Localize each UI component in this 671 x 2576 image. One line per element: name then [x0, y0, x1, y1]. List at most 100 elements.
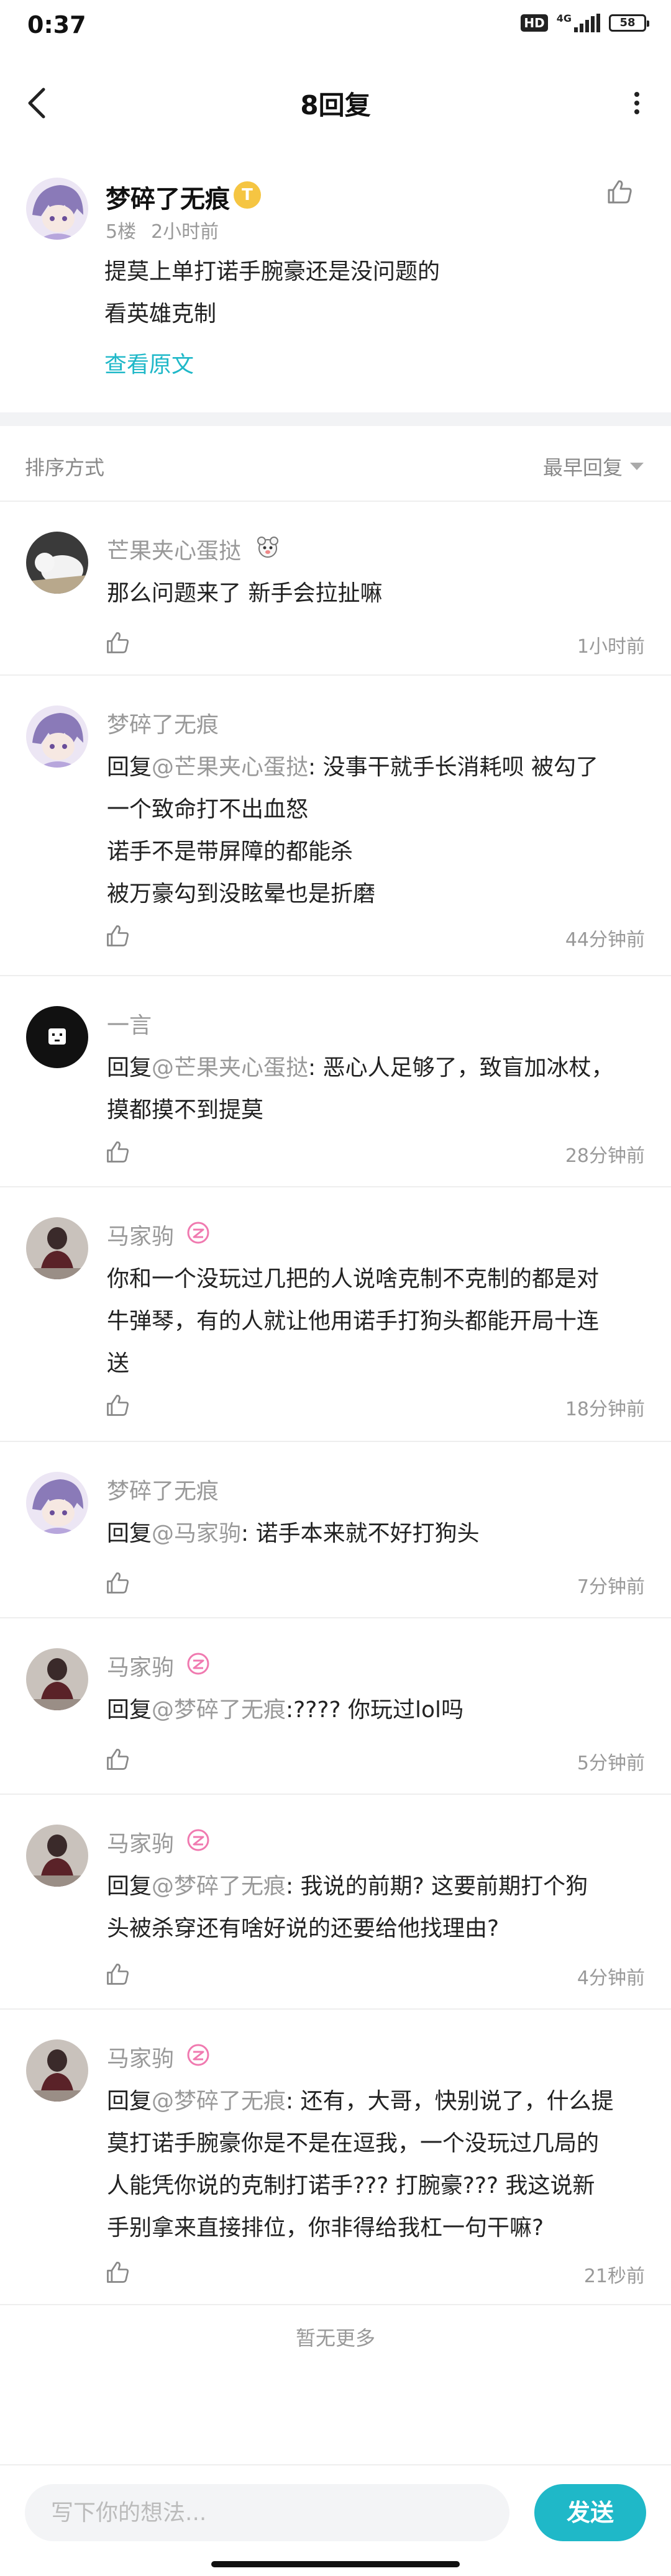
comment-item: 芒果夹心蛋挞 那么问题来了 新手会拉扯嘛 1小时前 [0, 501, 671, 676]
comment-author[interactable]: 马家驹 [107, 1649, 174, 1682]
level-badge-icon [187, 1829, 209, 1851]
comment-line: :???? 你玩过lol吗 [286, 1697, 464, 1723]
sort-bar: 排序方式 最早回复 [0, 426, 671, 502]
comment-author[interactable]: 梦碎了无痕 [107, 707, 219, 739]
comment-line: 摸都摸不到提莫 [107, 1097, 264, 1123]
send-button[interactable]: 发送 [534, 2484, 646, 2541]
comment-item: 梦碎了无痕 回复@芒果夹心蛋挞: 没事干就手长消耗呗 被勾了 一个致命打不出血怒… [0, 674, 671, 976]
comment-time: 4分钟前 [577, 1967, 645, 1989]
avatar[interactable] [26, 1217, 88, 1279]
like-button[interactable] [605, 178, 634, 206]
floor-number: 5楼 [106, 221, 137, 243]
avatar[interactable] [26, 532, 88, 594]
mention-link[interactable]: @芒果夹心蛋挞 [152, 755, 308, 780]
post-meta: 5楼 2小时前 [106, 216, 219, 243]
comment-text: 回复@梦碎了无痕:???? 你玩过lol吗 [107, 1689, 647, 1731]
level-badge-icon [257, 537, 278, 558]
level-badge-icon [187, 2044, 209, 2066]
post-time: 2小时前 [151, 221, 219, 243]
comment-author[interactable]: 马家驹 [107, 2041, 174, 2073]
like-button[interactable] [104, 1961, 130, 1987]
mention-link[interactable]: @梦碎了无痕 [152, 1874, 286, 1899]
comment-text: 那么问题来了 新手会拉扯嘛 [107, 573, 647, 615]
comment-line: : 还有，大哥，快别说了，什么提 [286, 2088, 614, 2114]
avatar[interactable] [26, 178, 88, 240]
view-original-link[interactable]: 查看原文 [104, 347, 194, 379]
comment-author[interactable]: 马家驹 [107, 1826, 174, 1858]
comment-time: 44分钟前 [565, 929, 645, 951]
comment-author[interactable]: 梦碎了无痕 [107, 1473, 219, 1505]
avatar[interactable] [26, 1825, 88, 1887]
sort-dropdown[interactable]: 最早回复 [543, 452, 644, 481]
thumb-up-icon [107, 1963, 129, 1985]
page-title: 8回复 [300, 90, 371, 120]
like-button[interactable] [104, 2259, 130, 2285]
comment-line: 莫打诺手腕豪你是不是在逗我，一个没玩过几局的 [107, 2131, 600, 2156]
sort-value: 最早回复 [542, 456, 623, 479]
status-bar: 0:37 HD 4G 58 [0, 0, 671, 56]
comment-item: 马家驹 回复@梦碎了无痕:???? 你玩过lol吗 5分钟前 [0, 1617, 671, 1795]
mention-link[interactable]: @梦碎了无痕 [152, 2088, 286, 2114]
mention-link[interactable]: @芒果夹心蛋挞 [152, 1055, 308, 1081]
signal-icon: 4G [557, 14, 600, 32]
reply-composer: 发送 [0, 2464, 671, 2552]
comment-item: 梦碎了无痕 回复@马家驹: 诺手本来就不好打狗头 7分钟前 [0, 1441, 671, 1618]
reply-prefix: 回复 [107, 1697, 152, 1723]
avatar[interactable] [26, 1472, 88, 1534]
comment-line: : 我说的前期? 这要前期打个狗 [286, 1874, 588, 1899]
thumb-up-icon [107, 2261, 129, 2283]
comment-item: 马家驹 回复@梦碎了无痕: 我说的前期? 这要前期打个狗 头被杀穿还有啥好说的还… [0, 1794, 671, 2010]
section-divider [0, 412, 671, 426]
author-name[interactable]: 梦碎了无痕 [106, 179, 230, 215]
thumb-up-icon [107, 1141, 129, 1163]
comment-author[interactable]: 一言 [107, 1007, 152, 1040]
level-badge-icon [187, 1653, 209, 1675]
thumb-up-icon [608, 180, 632, 204]
comment-author[interactable]: 马家驹 [107, 1218, 174, 1251]
post-text-line: 提莫上单打诺手腕豪还是没问题的 [104, 259, 440, 284]
more-button[interactable] [621, 84, 652, 122]
comment-time: 18分钟前 [565, 1399, 645, 1420]
mention-link[interactable]: @梦碎了无痕 [152, 1697, 286, 1723]
level-badge-icon [187, 1222, 209, 1244]
comment-text: 回复@芒果夹心蛋挞: 没事干就手长消耗呗 被勾了 一个致命打不出血怒 诺手不是带… [107, 746, 647, 915]
avatar[interactable] [26, 1006, 88, 1068]
comment-line: 那么问题来了 新手会拉扯嘛 [107, 581, 383, 606]
comment-line: 送 [107, 1351, 130, 1376]
like-button[interactable] [104, 1392, 130, 1418]
reply-prefix: 回复 [107, 1521, 152, 1546]
comment-line: : 没事干就手长消耗呗 被勾了 [308, 755, 599, 780]
comment-line: : 恶心人足够了，致盲加冰杖， [308, 1055, 614, 1081]
comment-time: 7分钟前 [577, 1576, 645, 1598]
like-button[interactable] [104, 923, 130, 949]
comment-line: 诺手不是带屏障的都能杀 [107, 839, 354, 864]
reply-prefix: 回复 [107, 1874, 152, 1899]
comment-line: 头被杀穿还有啥好说的还要给他找理由? [107, 1916, 500, 1941]
comment-item: 马家驹 回复@梦碎了无痕: 还有，大哥，快别说了，什么提 莫打诺手腕豪你是不是在… [0, 2008, 671, 2305]
comment-line: : 诺手本来就不好打狗头 [241, 1521, 480, 1546]
avatar-image [26, 1648, 88, 1710]
mention-link[interactable]: @马家驹 [152, 1521, 241, 1546]
avatar[interactable] [26, 1648, 88, 1710]
avatar[interactable] [26, 705, 88, 768]
reply-prefix: 回复 [107, 2088, 152, 2114]
avatar-image [26, 1217, 88, 1279]
comment-line: 牛弹琴，有的人就让他用诺手打狗头都能开局十连 [107, 1308, 600, 1334]
sort-label: 排序方式 [25, 456, 105, 479]
avatar[interactable] [26, 2039, 88, 2102]
comment-line: 一个致命打不出血怒 [107, 797, 309, 822]
home-indicator[interactable] [211, 2561, 460, 2567]
original-post: 梦碎了无痕 T 5楼 2小时前 提莫上单打诺手腕豪还是没问题的 看英雄克制 查看原… [0, 149, 671, 410]
comment-text: 回复@马家驹: 诺手本来就不好打狗头 [107, 1513, 647, 1555]
comment-time: 21秒前 [583, 2265, 645, 2287]
comment-author[interactable]: 芒果夹心蛋挞 [107, 533, 241, 565]
like-button[interactable] [104, 630, 130, 656]
avatar-image [26, 532, 88, 594]
reply-input[interactable] [25, 2484, 509, 2541]
thumb-up-icon [107, 632, 129, 653]
like-button[interactable] [104, 1570, 130, 1596]
comment-line: 你和一个没玩过几把的人说啥克制不克制的都是对 [107, 1266, 600, 1292]
like-button[interactable] [104, 1139, 130, 1165]
like-button[interactable] [104, 1746, 130, 1772]
comment-text: 你和一个没玩过几把的人说啥克制不克制的都是对 牛弹琴，有的人就让他用诺手打狗头都… [107, 1258, 647, 1385]
